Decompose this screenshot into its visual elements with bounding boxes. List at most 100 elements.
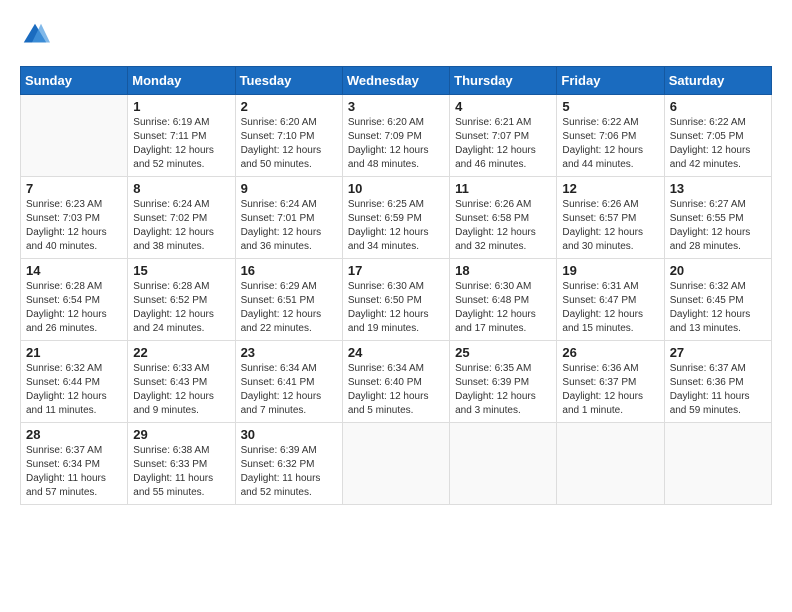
day-number: 5 <box>562 99 658 114</box>
day-info: Sunrise: 6:24 AMSunset: 7:01 PMDaylight:… <box>241 198 337 254</box>
day-number: 18 <box>455 263 551 278</box>
day-info: Sunrise: 6:20 AMSunset: 7:10 PMDaylight:… <box>241 116 337 172</box>
day-info: Sunrise: 6:28 AMSunset: 6:52 PMDaylight:… <box>133 280 229 336</box>
day-info: Sunrise: 6:22 AMSunset: 7:06 PMDaylight:… <box>562 116 658 172</box>
calendar-week-row: 28 Sunrise: 6:37 AMSunset: 6:34 PMDayligh… <box>21 423 772 505</box>
day-info: Sunrise: 6:32 AMSunset: 6:44 PMDaylight:… <box>26 362 122 418</box>
calendar-cell: 9 Sunrise: 6:24 AMSunset: 7:01 PMDaylight… <box>235 177 342 259</box>
day-number: 2 <box>241 99 337 114</box>
day-number: 7 <box>26 181 122 196</box>
calendar-cell: 1 Sunrise: 6:19 AMSunset: 7:11 PMDaylight… <box>128 95 235 177</box>
calendar-cell: 29 Sunrise: 6:38 AMSunset: 6:33 PMDayligh… <box>128 423 235 505</box>
day-info: Sunrise: 6:24 AMSunset: 7:02 PMDaylight:… <box>133 198 229 254</box>
day-number: 4 <box>455 99 551 114</box>
calendar-cell <box>557 423 664 505</box>
day-number: 9 <box>241 181 337 196</box>
logo <box>20 20 52 50</box>
day-info: Sunrise: 6:30 AMSunset: 6:48 PMDaylight:… <box>455 280 551 336</box>
calendar-cell: 21 Sunrise: 6:32 AMSunset: 6:44 PMDayligh… <box>21 341 128 423</box>
calendar-cell: 26 Sunrise: 6:36 AMSunset: 6:37 PMDayligh… <box>557 341 664 423</box>
day-number: 20 <box>670 263 766 278</box>
calendar-cell: 16 Sunrise: 6:29 AMSunset: 6:51 PMDayligh… <box>235 259 342 341</box>
calendar-cell: 11 Sunrise: 6:26 AMSunset: 6:58 PMDayligh… <box>450 177 557 259</box>
calendar-week-row: 7 Sunrise: 6:23 AMSunset: 7:03 PMDaylight… <box>21 177 772 259</box>
day-number: 25 <box>455 345 551 360</box>
weekday-header: Tuesday <box>235 67 342 95</box>
day-info: Sunrise: 6:37 AMSunset: 6:34 PMDaylight:… <box>26 444 122 500</box>
day-info: Sunrise: 6:38 AMSunset: 6:33 PMDaylight:… <box>133 444 229 500</box>
calendar-cell: 2 Sunrise: 6:20 AMSunset: 7:10 PMDaylight… <box>235 95 342 177</box>
day-info: Sunrise: 6:35 AMSunset: 6:39 PMDaylight:… <box>455 362 551 418</box>
day-info: Sunrise: 6:19 AMSunset: 7:11 PMDaylight:… <box>133 116 229 172</box>
day-info: Sunrise: 6:28 AMSunset: 6:54 PMDaylight:… <box>26 280 122 336</box>
calendar-cell: 6 Sunrise: 6:22 AMSunset: 7:05 PMDaylight… <box>664 95 771 177</box>
day-info: Sunrise: 6:32 AMSunset: 6:45 PMDaylight:… <box>670 280 766 336</box>
day-info: Sunrise: 6:37 AMSunset: 6:36 PMDaylight:… <box>670 362 766 418</box>
calendar-cell: 19 Sunrise: 6:31 AMSunset: 6:47 PMDayligh… <box>557 259 664 341</box>
day-info: Sunrise: 6:33 AMSunset: 6:43 PMDaylight:… <box>133 362 229 418</box>
day-number: 23 <box>241 345 337 360</box>
calendar-cell: 15 Sunrise: 6:28 AMSunset: 6:52 PMDayligh… <box>128 259 235 341</box>
calendar-cell: 13Sunrise: 6:27 AMSunset: 6:55 PMDayligh… <box>664 177 771 259</box>
day-number: 17 <box>348 263 444 278</box>
calendar-cell: 20 Sunrise: 6:32 AMSunset: 6:45 PMDayligh… <box>664 259 771 341</box>
day-number: 30 <box>241 427 337 442</box>
day-number: 29 <box>133 427 229 442</box>
day-info: Sunrise: 6:30 AMSunset: 6:50 PMDaylight:… <box>348 280 444 336</box>
calendar-week-row: 1 Sunrise: 6:19 AMSunset: 7:11 PMDaylight… <box>21 95 772 177</box>
calendar-cell: 23 Sunrise: 6:34 AMSunset: 6:41 PMDayligh… <box>235 341 342 423</box>
weekday-header: Sunday <box>21 67 128 95</box>
weekday-header: Monday <box>128 67 235 95</box>
day-number: 27 <box>670 345 766 360</box>
calendar-cell: 22 Sunrise: 6:33 AMSunset: 6:43 PMDayligh… <box>128 341 235 423</box>
day-number: 26 <box>562 345 658 360</box>
calendar-cell: 17 Sunrise: 6:30 AMSunset: 6:50 PMDayligh… <box>342 259 449 341</box>
calendar-cell: 3 Sunrise: 6:20 AMSunset: 7:09 PMDaylight… <box>342 95 449 177</box>
weekday-header: Wednesday <box>342 67 449 95</box>
calendar-cell <box>450 423 557 505</box>
calendar-cell: 5 Sunrise: 6:22 AMSunset: 7:06 PMDaylight… <box>557 95 664 177</box>
day-number: 19 <box>562 263 658 278</box>
logo-icon <box>20 20 50 50</box>
calendar-cell: 10 Sunrise: 6:25 AMSunset: 6:59 PMDayligh… <box>342 177 449 259</box>
calendar-table: SundayMondayTuesdayWednesdayThursdayFrid… <box>20 66 772 505</box>
calendar-cell: 27 Sunrise: 6:37 AMSunset: 6:36 PMDayligh… <box>664 341 771 423</box>
weekday-header: Thursday <box>450 67 557 95</box>
day-info: Sunrise: 6:36 AMSunset: 6:37 PMDaylight:… <box>562 362 658 418</box>
day-info: Sunrise: 6:34 AMSunset: 6:41 PMDaylight:… <box>241 362 337 418</box>
calendar-week-row: 14 Sunrise: 6:28 AMSunset: 6:54 PMDayligh… <box>21 259 772 341</box>
day-number: 16 <box>241 263 337 278</box>
calendar-cell <box>342 423 449 505</box>
day-number: 22 <box>133 345 229 360</box>
page-header <box>20 20 772 50</box>
day-number: 11 <box>455 181 551 196</box>
day-number: 3 <box>348 99 444 114</box>
calendar-week-row: 21 Sunrise: 6:32 AMSunset: 6:44 PMDayligh… <box>21 341 772 423</box>
weekday-header: Saturday <box>664 67 771 95</box>
day-number: 8 <box>133 181 229 196</box>
calendar-cell: 18 Sunrise: 6:30 AMSunset: 6:48 PMDayligh… <box>450 259 557 341</box>
calendar-cell: 30Sunrise: 6:39 AMSunset: 6:32 PMDayligh… <box>235 423 342 505</box>
day-info: Sunrise: 6:25 AMSunset: 6:59 PMDaylight:… <box>348 198 444 254</box>
day-number: 14 <box>26 263 122 278</box>
day-number: 21 <box>26 345 122 360</box>
calendar-cell: 25 Sunrise: 6:35 AMSunset: 6:39 PMDayligh… <box>450 341 557 423</box>
day-number: 24 <box>348 345 444 360</box>
weekday-header: Friday <box>557 67 664 95</box>
day-number: 28 <box>26 427 122 442</box>
day-number: 6 <box>670 99 766 114</box>
day-number: 10 <box>348 181 444 196</box>
calendar-cell: 24Sunrise: 6:34 AMSunset: 6:40 PMDayligh… <box>342 341 449 423</box>
calendar-header-row: SundayMondayTuesdayWednesdayThursdayFrid… <box>21 67 772 95</box>
day-info: Sunrise: 6:23 AMSunset: 7:03 PMDaylight:… <box>26 198 122 254</box>
day-number: 12 <box>562 181 658 196</box>
day-info: Sunrise: 6:31 AMSunset: 6:47 PMDaylight:… <box>562 280 658 336</box>
day-info: Sunrise: 6:20 AMSunset: 7:09 PMDaylight:… <box>348 116 444 172</box>
day-info: Sunrise: 6:26 AMSunset: 6:57 PMDaylight:… <box>562 198 658 254</box>
day-info: Sunrise: 6:26 AMSunset: 6:58 PMDaylight:… <box>455 198 551 254</box>
day-number: 1 <box>133 99 229 114</box>
calendar-cell: 28 Sunrise: 6:37 AMSunset: 6:34 PMDayligh… <box>21 423 128 505</box>
day-info: Sunrise: 6:29 AMSunset: 6:51 PMDaylight:… <box>241 280 337 336</box>
day-info: Sunrise: 6:22 AMSunset: 7:05 PMDaylight:… <box>670 116 766 172</box>
day-number: 15 <box>133 263 229 278</box>
